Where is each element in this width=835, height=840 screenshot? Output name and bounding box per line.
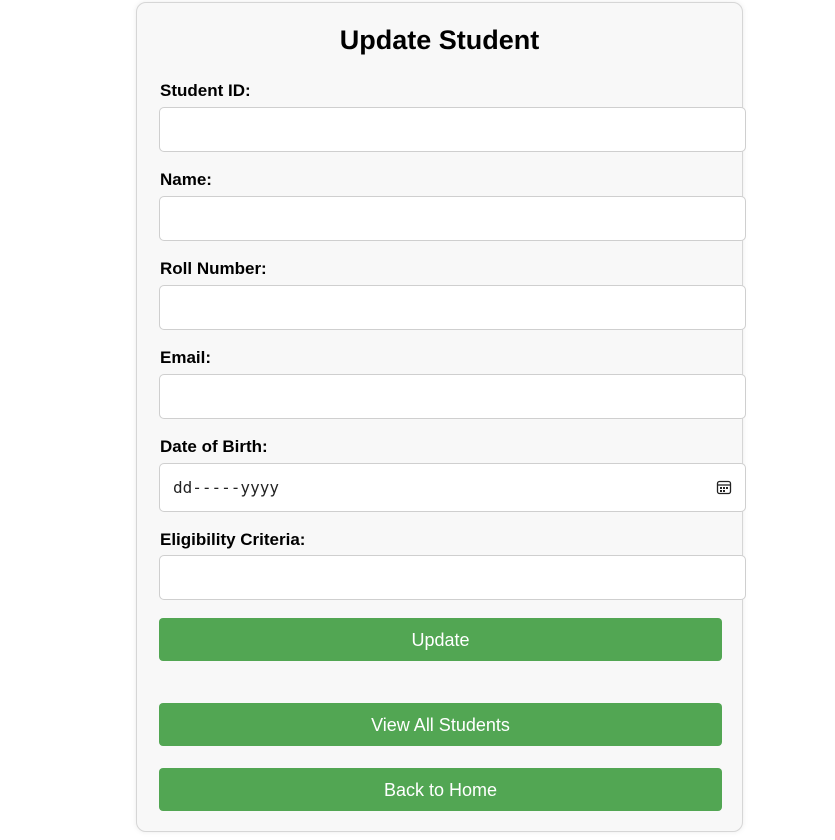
date-of-birth-input[interactable]: dd-----yyyy	[159, 463, 746, 512]
name-input[interactable]	[159, 196, 746, 241]
eligibility-criteria-label: Eligibility Criteria:	[160, 530, 306, 549]
email-label: Email:	[160, 348, 212, 367]
roll-number-input[interactable]	[159, 285, 746, 330]
roll-number-label: Roll Number:	[160, 259, 267, 278]
email-input[interactable]	[159, 374, 746, 419]
calendar-icon[interactable]	[716, 479, 732, 495]
page-title: Update Student	[339, 25, 540, 55]
back-to-home-button[interactable]: Back to Home	[159, 768, 722, 811]
update-student-card: Update Student Student ID: Name: Roll Nu…	[136, 2, 746, 832]
date-of-birth-label: Date of Birth:	[160, 437, 268, 456]
eligibility-criteria-input[interactable]	[159, 555, 746, 600]
student-id-label: Student ID:	[160, 81, 251, 100]
update-button[interactable]: Update	[159, 618, 722, 661]
date-placeholder: dd-----yyyy	[173, 478, 279, 497]
view-all-students-button[interactable]: View All Students	[159, 703, 722, 746]
name-label: Name:	[160, 170, 212, 189]
student-id-input[interactable]	[159, 107, 746, 152]
